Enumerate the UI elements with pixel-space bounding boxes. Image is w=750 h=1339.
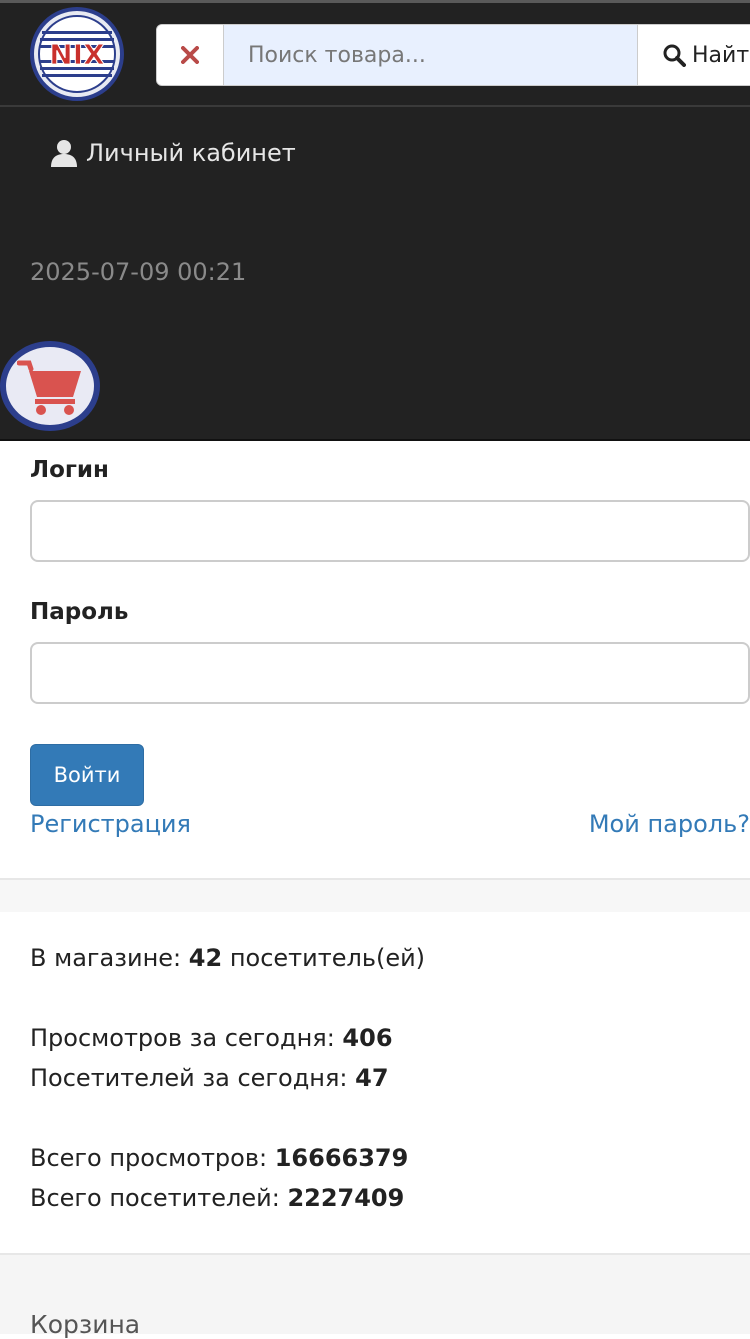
login-label: Логин [30,457,109,483]
stat-views-total: Всего просмотров: 16666379 [30,1144,409,1172]
login-button[interactable]: Войти [30,744,144,806]
search-button[interactable]: Найти [637,25,750,85]
stat-in-store: В магазине: 42 посетитель(ей) [30,944,426,972]
stat-views-today: Просмотров за сегодня: 406 [30,1024,393,1052]
svg-text:NIX: NIX [49,38,105,71]
register-link[interactable]: Регистрация [30,810,191,838]
stat-visitors-today: Посетителей за сегодня: 47 [30,1064,389,1092]
cart-title: Корзина [30,1310,141,1339]
user-icon [51,140,77,167]
current-datetime: 2025-07-09 00:21 [30,258,247,286]
account-link[interactable]: Личный кабинет [50,139,296,167]
nix-logo-icon: NIX [30,7,124,101]
search-button-label: Найти [692,42,750,68]
search-icon [663,44,686,67]
site-logo[interactable]: NIX [30,7,124,101]
login-input[interactable] [30,500,750,562]
cart-section: Корзина [0,1255,750,1339]
search-input[interactable] [224,25,637,85]
close-icon [181,46,199,64]
clear-search-button[interactable] [157,25,224,85]
stat-visitors-total: Всего посетителей: 2227409 [30,1184,405,1212]
shopping-cart-icon [17,360,81,415]
forgot-password-link[interactable]: Мой пароль? [589,810,750,838]
account-label: Личный кабинет [86,139,296,167]
cart-button[interactable] [0,341,100,431]
section-gap [0,880,750,912]
password-label: Пароль [30,599,129,625]
top-bar: NIX Найти [0,3,750,107]
site-header: NIX Найти Личный кабинет [0,0,750,441]
password-input[interactable] [30,642,750,704]
search-bar: Найти [156,24,750,86]
